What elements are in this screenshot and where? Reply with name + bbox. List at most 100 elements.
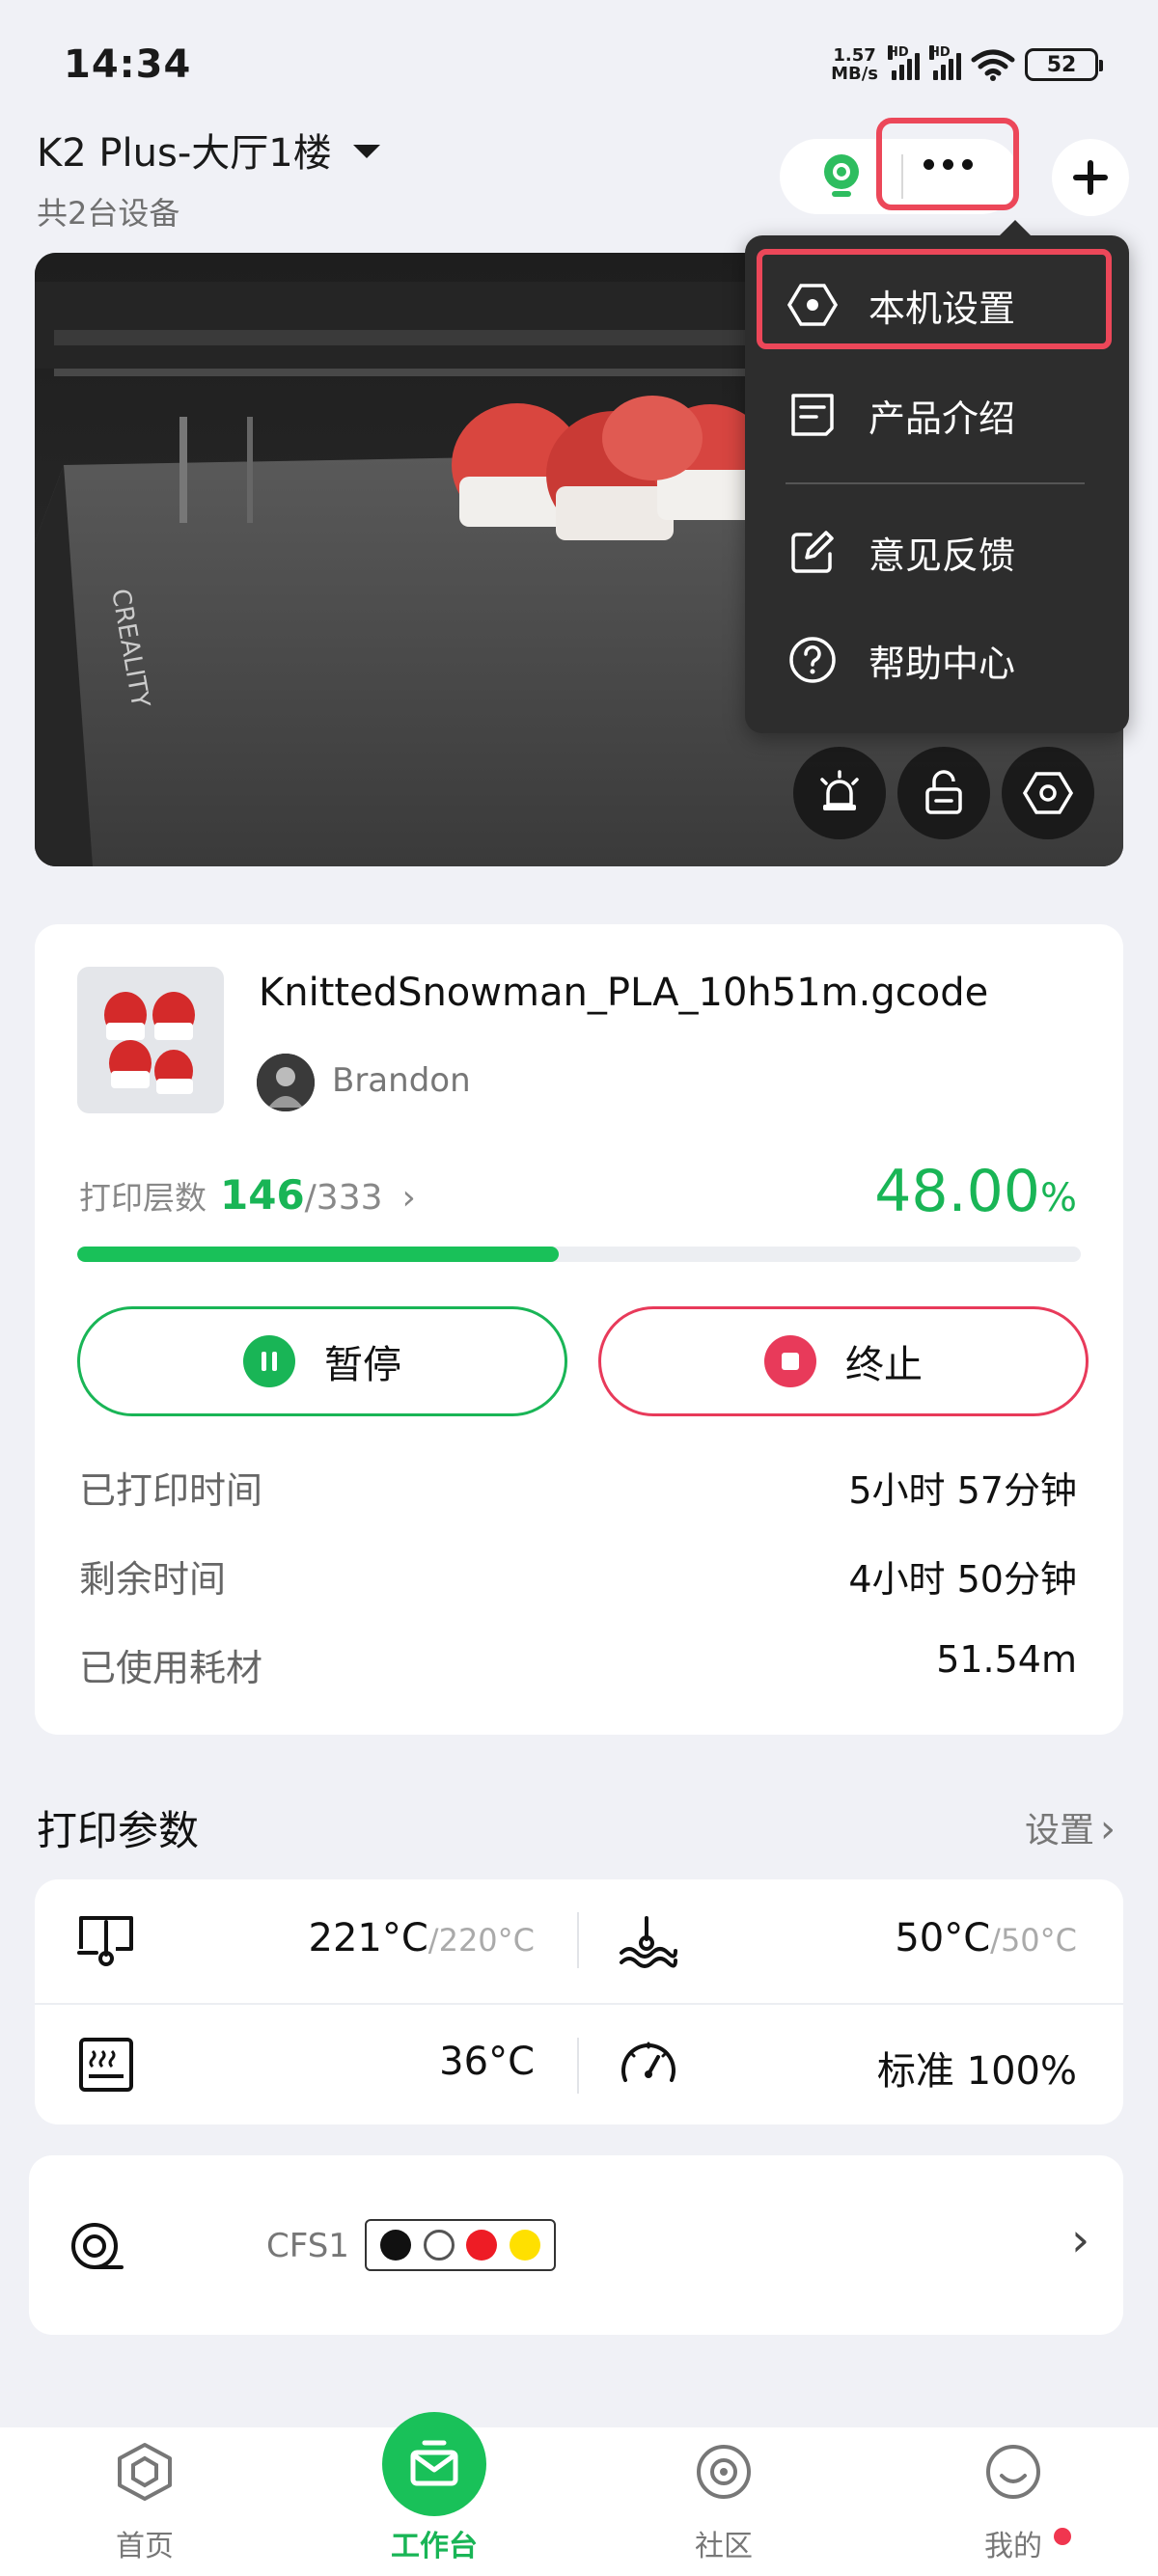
settings-hex-icon	[1023, 772, 1073, 814]
light-icon	[820, 770, 859, 810]
device-count: 共2台设备	[37, 195, 180, 232]
print-speed[interactable]: 标准 100%	[877, 2040, 1077, 2096]
params-divider	[577, 1912, 579, 1968]
stop-icon	[764, 1335, 816, 1387]
filament-slot-3	[466, 2230, 498, 2261]
signal-icon: HD	[929, 45, 961, 80]
plus-icon	[1073, 160, 1108, 195]
model-thumbnail[interactable]	[77, 967, 224, 1113]
camera-settings-button[interactable]	[1002, 747, 1094, 839]
chamber-temp-icon	[79, 2038, 133, 2092]
device-title: K2 Plus-大厅1楼	[37, 131, 332, 176]
settings-link-label: 设置	[1024, 1811, 1094, 1850]
stat-value-remaining-time: 4小时 50分钟	[848, 1558, 1077, 1601]
params-section-title: 打印参数	[37, 1807, 200, 1854]
filament-slot-2	[423, 2230, 455, 2261]
workbench-icon	[410, 2440, 458, 2486]
bed-temp[interactable]: 50°C/50°C	[895, 1916, 1077, 1960]
nozzle-temp-icon	[77, 1916, 133, 1966]
wifi-icon	[971, 49, 1015, 81]
stat-label-printed-time: 已打印时间	[79, 1469, 263, 1512]
status-icons: 1.57 MB/s HD HD 52	[831, 45, 1103, 83]
community-icon	[697, 2445, 751, 2499]
menu-item-label: 产品介绍	[868, 397, 1016, 440]
filament-slot-4	[509, 2230, 540, 2261]
product-intro-icon	[786, 388, 840, 442]
net-speed-value: 1.57	[833, 45, 876, 66]
hd-label: HD	[888, 45, 909, 60]
unlock-icon	[925, 770, 962, 814]
filament-slot-1	[380, 2230, 412, 2261]
cfs-label: CFS1	[266, 2227, 349, 2265]
layer-total: /333	[304, 1178, 383, 1218]
cfs-card[interactable]	[29, 2155, 1123, 2335]
layers-info[interactable]: 打印层数 146/333 ›	[79, 1171, 416, 1219]
menu-divider	[786, 482, 1085, 484]
menu-item-help[interactable]: 帮助中心	[745, 612, 1129, 708]
light-button[interactable]	[793, 747, 886, 839]
progress-bar	[77, 1247, 1081, 1262]
avatar[interactable]	[257, 1054, 315, 1111]
chamber-temp[interactable]: 36°C	[439, 2040, 535, 2084]
status-time: 14:34	[64, 42, 192, 87]
pause-label: 暂停	[324, 1343, 401, 1387]
chevron-right-icon: ›	[401, 1178, 416, 1218]
stat-label-filament-used: 已使用耗材	[79, 1647, 263, 1689]
menu-item-product-intro[interactable]: 产品介绍	[745, 367, 1129, 463]
more-options-button[interactable]	[876, 118, 1019, 210]
menu-item-label: 帮助中心	[868, 642, 1016, 685]
speed-gauge-icon	[621, 2042, 676, 2082]
stat-label-remaining-time: 剩余时间	[79, 1558, 227, 1601]
menu-item-feedback[interactable]: 意见反馈	[745, 504, 1129, 600]
battery-icon: 52	[1025, 48, 1103, 81]
stop-label: 终止	[845, 1343, 923, 1387]
profile-smile-icon	[986, 2445, 1040, 2499]
webcam-icon[interactable]	[822, 152, 861, 201]
nozzle-temp-target: /220°C	[427, 1922, 535, 1959]
stop-button[interactable]: 终止	[598, 1306, 1089, 1416]
layers-label: 打印层数	[79, 1179, 207, 1217]
help-icon	[786, 633, 840, 687]
spool-icon	[71, 2223, 124, 2269]
nozzle-temp-current: 221°C	[308, 1916, 428, 1960]
author-name[interactable]: Brandon	[332, 1061, 471, 1100]
home-cube-icon	[118, 2443, 172, 2501]
tab-home-label[interactable]: 首页	[48, 2522, 241, 2564]
tab-community-label[interactable]: 社区	[627, 2522, 820, 2564]
cfs-slots	[365, 2219, 556, 2271]
layer-current: 146	[220, 1171, 305, 1219]
signal-icon: HD	[888, 45, 920, 80]
hd-label: HD	[929, 45, 951, 60]
stat-value-printed-time: 5小时 57分钟	[848, 1469, 1077, 1512]
menu-item-label: 意见反馈	[868, 534, 1016, 577]
nozzle-temp[interactable]: 221°C/220°C	[309, 1916, 535, 1960]
notification-dot	[1054, 2528, 1071, 2545]
highlight-box	[757, 249, 1112, 349]
tab-home[interactable]	[48, 2441, 241, 2507]
tab-workbench-label[interactable]: 工作台	[338, 2522, 531, 2564]
stat-value-filament-used: 51.54m	[936, 1638, 1077, 1681]
bed-temp-icon	[620, 1916, 677, 1968]
params-settings-link[interactable]: 设置 ›	[1025, 1802, 1116, 1852]
tab-profile-label[interactable]: 我的	[917, 2522, 1110, 2564]
device-selector[interactable]: K2 Plus-大厅1楼	[37, 122, 380, 178]
add-device-button[interactable]	[1052, 139, 1129, 216]
progress-percent: 48.00%	[874, 1158, 1077, 1225]
unlock-button[interactable]	[897, 747, 990, 839]
net-speed: 1.57 MB/s	[831, 46, 878, 83]
percent-value: 48.00	[874, 1158, 1040, 1225]
tab-community[interactable]	[627, 2441, 820, 2507]
percent-sign: %	[1039, 1176, 1077, 1220]
params-divider	[35, 2003, 1123, 2005]
bed-temp-current: 50°C	[895, 1916, 991, 1960]
more-options-menu: 本机设置 产品介绍 意见反馈 帮助中心	[745, 220, 1129, 733]
progress-bar-fill	[77, 1247, 560, 1262]
chevron-right-icon[interactable]: ›	[1071, 2213, 1089, 2267]
chevron-right-icon: ›	[1100, 1807, 1116, 1851]
tab-profile[interactable]	[917, 2441, 1110, 2507]
pause-button[interactable]: 暂停	[77, 1306, 567, 1416]
edit-feedback-icon	[786, 525, 840, 579]
tab-workbench[interactable]	[382, 2412, 486, 2516]
bed-temp-target: /50°C	[990, 1922, 1077, 1959]
params-divider	[577, 2038, 579, 2094]
